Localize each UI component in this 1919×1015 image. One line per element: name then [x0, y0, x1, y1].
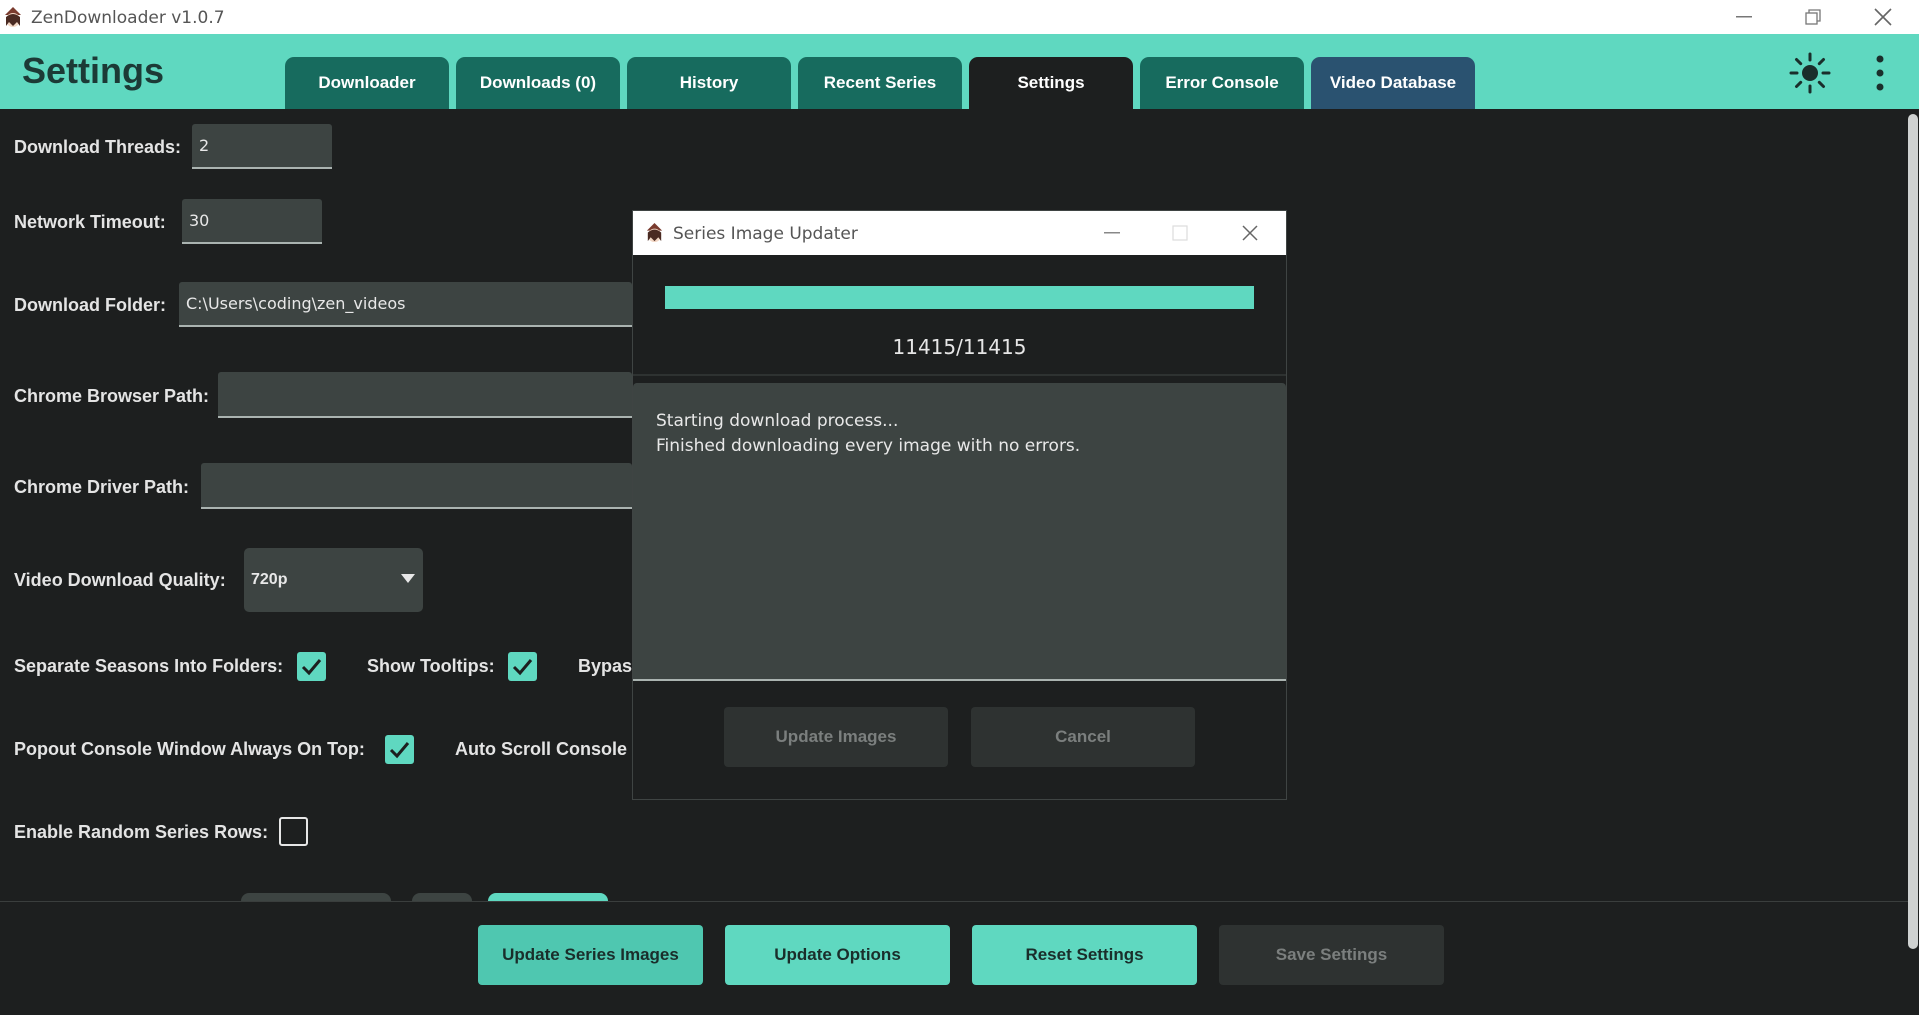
- log-output[interactable]: Starting download process... Finished do…: [633, 383, 1286, 681]
- progress-bar: [665, 286, 1254, 309]
- minimize-icon: [1104, 232, 1120, 234]
- series-image-updater-dialog: Series Image Updater 11415/11415 Startin…: [632, 210, 1287, 800]
- close-window-button[interactable]: [1853, 0, 1913, 34]
- tab-downloads[interactable]: Downloads (0): [456, 57, 620, 109]
- tab-history[interactable]: History: [627, 57, 791, 109]
- save-settings-button[interactable]: Save Settings: [1219, 925, 1444, 985]
- show-tooltips-label: Show Tooltips:: [367, 656, 495, 676]
- window-title: ZenDownloader v1.0.7: [31, 8, 225, 28]
- restore-icon: [1805, 9, 1821, 25]
- random-series-rows-checkbox[interactable]: [279, 817, 308, 846]
- partial-field: [412, 893, 472, 901]
- app-logo-icon: [646, 222, 663, 243]
- close-icon: [1874, 8, 1892, 26]
- chrome-driver-path-label: Chrome Driver Path:: [14, 477, 190, 497]
- auto-scroll-console-label: Auto Scroll Console: [455, 739, 628, 759]
- download-threads-input[interactable]: 2: [192, 124, 332, 169]
- checkmark-icon: [512, 659, 533, 676]
- video-quality-value: 720p: [251, 571, 288, 588]
- reset-settings-button[interactable]: Reset Settings: [972, 925, 1197, 985]
- header-bar: Settings Downloader Downloads (0) Histor…: [0, 34, 1919, 109]
- scrollbar[interactable]: [1908, 114, 1918, 949]
- app-logo-icon: [5, 7, 21, 27]
- partial-button: [488, 893, 608, 901]
- tab-error-console[interactable]: Error Console: [1140, 57, 1304, 109]
- dialog-minimize-button[interactable]: [1085, 211, 1139, 255]
- checkmark-icon: [389, 742, 410, 759]
- tab-video-database[interactable]: Video Database: [1311, 57, 1475, 109]
- show-tooltips-checkbox[interactable]: [508, 652, 537, 681]
- dialog-maximize-button[interactable]: [1153, 211, 1207, 255]
- separate-seasons-checkbox[interactable]: [297, 652, 326, 681]
- popout-on-top-label: Popout Console Window Always On Top:: [14, 739, 365, 759]
- random-series-rows-label: Enable Random Series Rows:: [14, 822, 269, 842]
- close-icon: [1242, 225, 1258, 241]
- log-line: Finished downloading every image with no…: [656, 436, 1081, 456]
- footer-divider: [0, 901, 1910, 902]
- video-quality-select[interactable]: 720p: [244, 548, 423, 612]
- theme-toggle-sun-icon[interactable]: [1788, 51, 1832, 95]
- log-line: Starting download process...: [656, 411, 899, 431]
- checkmark-icon: [301, 659, 322, 676]
- dialog-title: Series Image Updater: [673, 224, 858, 244]
- chrome-browser-path-label: Chrome Browser Path:: [14, 386, 210, 406]
- network-timeout-input[interactable]: 30: [182, 199, 322, 244]
- video-quality-label: Video Download Quality:: [14, 570, 226, 590]
- minimize-icon: [1736, 16, 1752, 18]
- tab-recent-series[interactable]: Recent Series: [798, 57, 962, 109]
- download-folder-input[interactable]: C:\Users\coding\zen_videos: [179, 282, 632, 327]
- dialog-close-button[interactable]: [1223, 211, 1277, 255]
- maximize-icon: [1172, 225, 1188, 241]
- download-threads-label: Download Threads:: [14, 137, 182, 157]
- download-folder-label: Download Folder:: [14, 295, 166, 315]
- tab-settings[interactable]: Settings: [969, 57, 1133, 109]
- progress-fill: [665, 286, 1254, 309]
- window-titlebar: ZenDownloader v1.0.7: [0, 0, 1919, 34]
- separate-seasons-label: Separate Seasons Into Folders:: [14, 656, 284, 676]
- network-timeout-label: Network Timeout:: [14, 212, 166, 232]
- popout-on-top-checkbox[interactable]: [385, 735, 414, 764]
- cancel-button[interactable]: Cancel: [971, 707, 1195, 767]
- tab-downloader[interactable]: Downloader: [285, 57, 449, 109]
- more-options-kebab-icon[interactable]: [1870, 51, 1890, 95]
- progress-count: 11415/11415: [892, 335, 1027, 359]
- page-title: Settings: [22, 50, 165, 91]
- minimize-button[interactable]: [1714, 0, 1774, 34]
- restore-button[interactable]: [1783, 0, 1843, 34]
- update-options-button[interactable]: Update Options: [725, 925, 950, 985]
- chrome-browser-path-input[interactable]: [218, 372, 632, 418]
- chrome-driver-path-input[interactable]: [201, 463, 632, 509]
- update-images-button[interactable]: Update Images: [724, 707, 948, 767]
- dialog-separator: [633, 374, 1286, 376]
- dialog-titlebar: Series Image Updater: [633, 211, 1286, 255]
- partial-field: [241, 893, 391, 901]
- dropdown-arrow-icon: [401, 574, 415, 583]
- update-series-images-button[interactable]: Update Series Images: [478, 925, 703, 985]
